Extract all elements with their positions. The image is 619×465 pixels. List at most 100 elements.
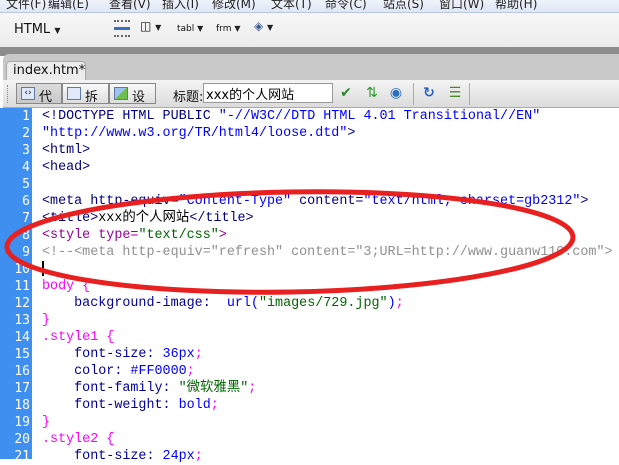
code-line[interactable]: color: #FF0000; (42, 363, 195, 380)
template-icon[interactable]: ◈ ▼ (254, 19, 273, 33)
design-view-button[interactable]: 设计 (109, 83, 156, 124)
menu-command[interactable]: 命令(C) (325, 0, 367, 12)
line-number-gutter: 1 2 3 4 5 6 7 8 9 10 11 12 13 14 15 16 17 18 19 20 21 (0, 108, 32, 464)
code-editor[interactable]: 1 2 3 4 5 6 7 8 9 10 11 12 13 14 15 16 17 18 19 20 21 <!DOCT… (0, 108, 619, 464)
line-number: 2 (22, 126, 30, 141)
menu-text[interactable]: 文本(T) (271, 0, 312, 12)
line-number: 19 (14, 415, 30, 430)
code-line[interactable]: font-family: "微软雅黑"; (42, 380, 256, 397)
code-token: font-size: (42, 449, 163, 464)
code-token: ) (387, 296, 396, 311)
file-transfer-icon[interactable]: ⇅ (363, 85, 381, 102)
view-options-icon[interactable]: ☰ (446, 85, 464, 102)
table-dropdown[interactable]: tabl ▼ (177, 24, 203, 34)
line-number: 5 (22, 177, 30, 192)
line-number: 9 (22, 245, 30, 260)
code-token: 24px (162, 449, 195, 464)
menu-edit[interactable]: 编辑(E) (48, 0, 89, 12)
code-token: "text/css" (138, 228, 219, 243)
code-line[interactable]: <!DOCTYPE HTML PUBLIC "-//W3C//DTD HTML … (42, 108, 540, 125)
code-line[interactable]: .style2 { (42, 431, 114, 448)
code-token: "微软雅黑" (178, 381, 249, 396)
code-line[interactable]: font-weight: bold; (42, 397, 219, 414)
code-view-button[interactable]: ‹›代码 (16, 83, 62, 124)
menu-site[interactable]: 站点(S) (383, 0, 424, 12)
insert-toolbar: HTML ▼ ◫ ▼ tabl ▼ frm ▼ ◈ ▼ (0, 13, 619, 47)
code-line[interactable]: <meta http-equiv="Content-Type" content=… (42, 193, 588, 210)
code-token: xxx的个人网站 (98, 211, 190, 226)
frame-label: frm (216, 24, 232, 34)
line-number: 10 (14, 262, 30, 277)
code-token: > (580, 194, 589, 209)
line-number: 11 (14, 279, 30, 294)
code-token: body { (42, 279, 91, 294)
menu-insert[interactable]: 插入(I) (162, 0, 199, 12)
code-token: "Content-Type" (178, 194, 292, 209)
code-token: ; (210, 398, 219, 413)
line-number: 21 (14, 449, 30, 464)
document-tab[interactable]: index.htm* (6, 61, 86, 80)
code-token: } (42, 415, 51, 430)
refresh-icon[interactable]: ↻ (420, 85, 438, 102)
code-line[interactable]: font-size: 36px; (42, 346, 203, 363)
menu-window[interactable]: 窗口(W) (439, 0, 484, 12)
preview-globe-icon[interactable]: ◉ (387, 85, 405, 102)
menu-help[interactable]: 帮助(H) (495, 0, 537, 12)
code-token: 36px (162, 347, 195, 362)
design-icon (114, 87, 128, 100)
category-dropdown[interactable]: HTML ▼ (14, 22, 60, 37)
code-token: .style2 { (42, 432, 115, 447)
code-token: "-//W3C//DTD HTML 4.01 Transitional//EN" (218, 109, 541, 124)
menu-modify[interactable]: 修改(M) (212, 0, 256, 12)
document-toolbar: ‹›代码 拆分 设计 标题: ✔ ⇅ ◉ ↻ ☰ (3, 80, 619, 124)
code-line[interactable]: <!--<meta http-equiv="refresh" content="… (42, 244, 613, 261)
line-number: 18 (14, 398, 30, 413)
code-token: font-size: (42, 347, 163, 362)
frame-dropdown[interactable]: frm ▼ (216, 24, 241, 34)
code-line[interactable]: } (42, 414, 50, 431)
code-line[interactable]: } (42, 312, 50, 329)
media-icon[interactable]: ◫ ▼ (140, 19, 161, 33)
code-token: <html> (42, 143, 91, 158)
line-number: 7 (22, 211, 30, 226)
code-line[interactable]: <head> (42, 159, 90, 176)
code-token: color: (42, 364, 131, 379)
tab-filename: index.htm* (13, 63, 86, 78)
chevron-down-icon: ▼ (54, 26, 61, 35)
code-token: <style type= (42, 228, 139, 243)
code-token: ; (395, 296, 404, 311)
code-line[interactable]: <style type="text/css"> (42, 227, 227, 244)
menu-view[interactable]: 查看(V) (109, 0, 151, 12)
code-line[interactable]: .style1 { (42, 329, 114, 346)
table-label: tabl (177, 24, 195, 34)
code-line[interactable]: body { (42, 278, 90, 295)
separator (413, 83, 414, 105)
code-line[interactable]: <title>xxx的个人网站</title> (42, 210, 254, 227)
hr-icon[interactable] (114, 20, 130, 37)
code-line[interactable]: "http://www.w3.org/TR/html4/loose.dtd"> (42, 125, 355, 142)
toolbar-grip[interactable] (7, 85, 10, 103)
line-number: 14 (14, 330, 30, 345)
code-token: > (218, 228, 227, 243)
code-line[interactable]: <html> (42, 142, 90, 159)
split-view-button[interactable]: 拆分 (62, 83, 109, 124)
code-token: <head> (42, 160, 91, 175)
validate-icon[interactable]: ✔ (337, 85, 355, 102)
code-token: "text/html; charset=gb2312" (363, 194, 581, 209)
code-token: <meta http-equiv= (42, 194, 179, 209)
menu-file[interactable]: 文件(F) (6, 0, 46, 12)
line-number: 20 (14, 432, 30, 447)
code-line[interactable]: font-size: 24px; (42, 448, 203, 465)
code-token: <!DOCTYPE HTML PUBLIC (42, 109, 219, 124)
line-number: 12 (14, 296, 30, 311)
code-token: </title> (189, 211, 254, 226)
code-token: .style1 { (42, 330, 115, 345)
code-line[interactable]: background-image: url("images/729.jpg"); (42, 295, 404, 312)
code-token: ; (194, 347, 203, 362)
title-label: 标题: (173, 90, 204, 105)
line-number: 6 (22, 194, 30, 209)
code-token: } (42, 313, 51, 328)
line-number: 16 (14, 364, 30, 379)
code-token: background-image: (42, 296, 219, 311)
document-title-input[interactable] (203, 83, 333, 103)
